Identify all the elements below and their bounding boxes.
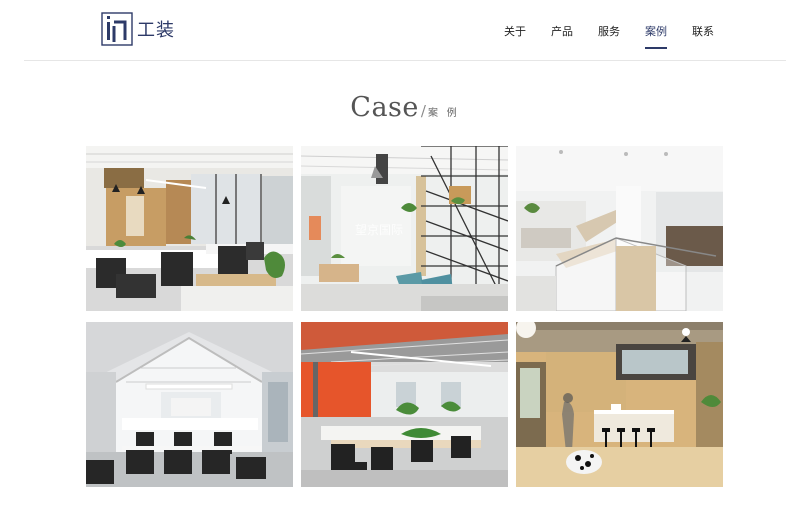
orange-wall-workstations-photo xyxy=(301,322,508,487)
header-divider xyxy=(24,60,786,61)
section-title-en: Case xyxy=(350,92,419,123)
nav-cases[interactable]: 案例 xyxy=(645,23,667,49)
section-title-separator: / xyxy=(420,102,426,120)
case-card-2[interactable]: 望京国际 xyxy=(301,146,508,311)
case-grid: 望京国际 xyxy=(86,146,723,488)
logo[interactable]: 工装 xyxy=(101,12,175,46)
white-loft-railing-photo xyxy=(516,146,723,311)
wooden-lobby-cafe-photo xyxy=(516,322,723,487)
case-card-3[interactable] xyxy=(516,146,723,311)
gabled-white-office-photo xyxy=(86,322,293,487)
open-office-wood-shelves-photo xyxy=(86,146,293,311)
nav-services[interactable]: 服务 xyxy=(598,23,620,39)
case-card-1[interactable] xyxy=(86,146,293,311)
brand-name: 工装 xyxy=(137,20,175,41)
case-2-overlay-text: 望京国际 xyxy=(355,223,403,237)
lounge-metal-staircase-photo: 望京国际 xyxy=(301,146,508,311)
section-title: Case / 案 例 xyxy=(0,92,810,123)
nav-contact[interactable]: 联系 xyxy=(692,23,714,39)
site-header: 工装 关于 产品 服务 案例 联系 xyxy=(0,0,810,62)
section-title-cn: 案 例 xyxy=(427,108,460,119)
nav-products[interactable]: 产品 xyxy=(551,23,573,39)
case-card-4[interactable] xyxy=(86,322,293,487)
logo-mark-icon xyxy=(101,12,133,46)
case-card-5[interactable] xyxy=(301,322,508,487)
main-nav: 关于 产品 服务 案例 联系 xyxy=(504,23,714,49)
nav-about[interactable]: 关于 xyxy=(504,23,526,39)
case-card-6[interactable] xyxy=(516,322,723,487)
